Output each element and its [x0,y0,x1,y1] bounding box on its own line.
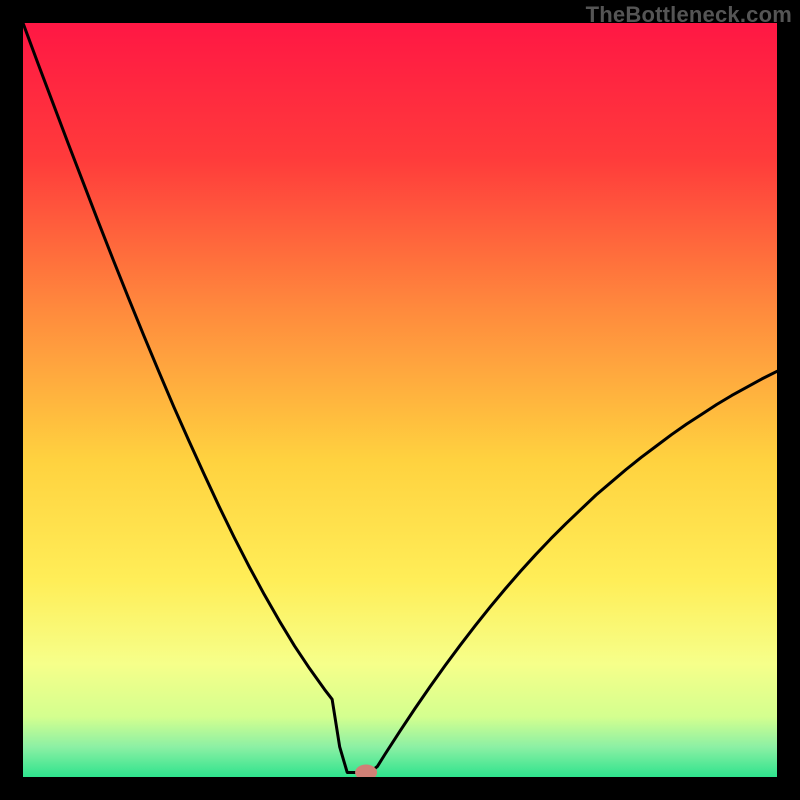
chart-plot-area [23,23,777,777]
chart-svg [23,23,777,777]
chart-background [23,23,777,777]
chart-frame: TheBottleneck.com [0,0,800,800]
